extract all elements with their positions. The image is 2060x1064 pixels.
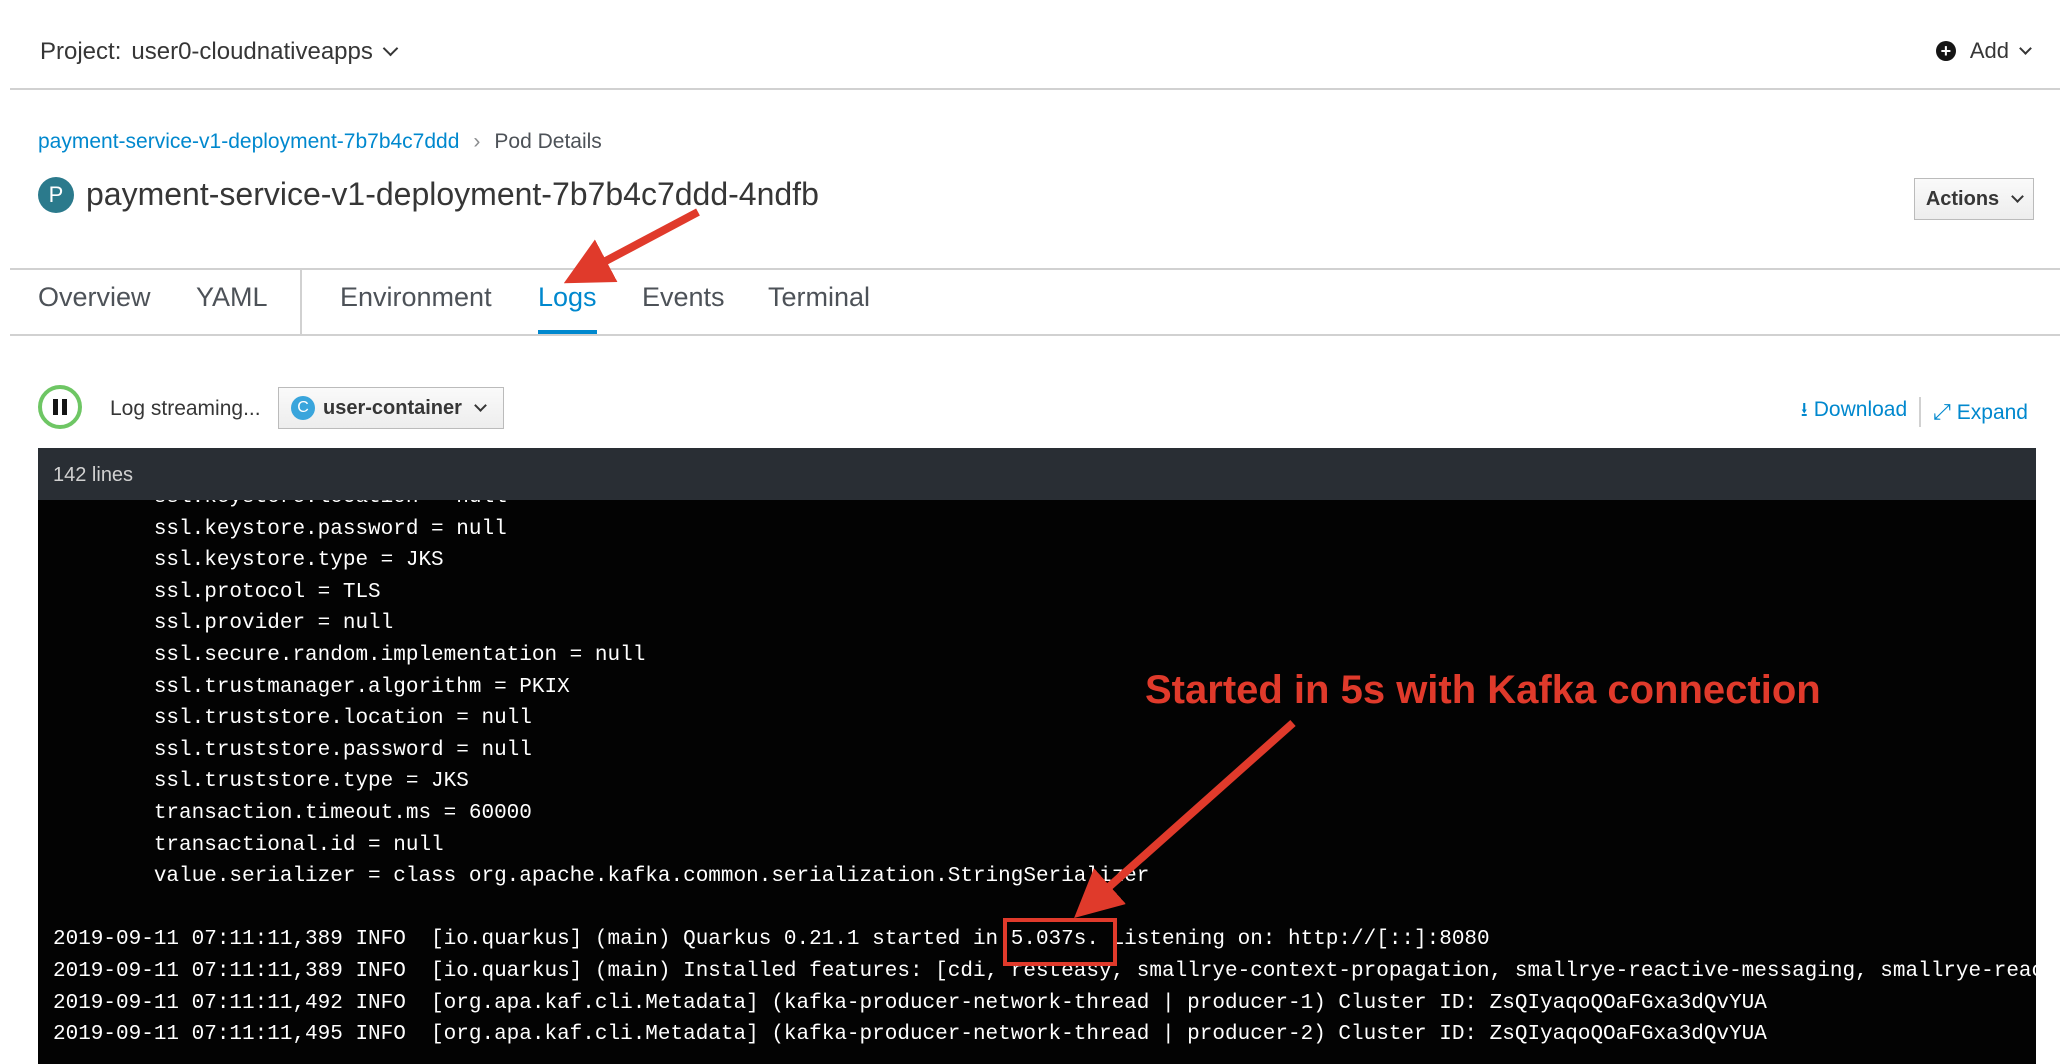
expand-label: Expand (1956, 401, 2028, 424)
tab-yaml[interactable]: YAML (196, 282, 268, 332)
expand-link[interactable]: ⤢ Expand (1933, 399, 2028, 425)
tab-overview[interactable]: Overview (38, 282, 151, 332)
log-line: ssl.truststore.location = null (53, 707, 532, 731)
masthead: Project: user0-cloudnativeapps + Add (10, 0, 2060, 90)
download-icon: ⭳ (1800, 399, 1808, 421)
container-dropdown[interactable]: C user-container (278, 387, 504, 429)
pod-resource-badge: P (38, 176, 74, 213)
log-line-count-header: 142 lines (38, 448, 2036, 500)
container-resource-badge: C (291, 396, 315, 420)
project-label: Project: (40, 38, 122, 65)
project-name: user0-cloudnativeapps (131, 38, 373, 65)
log-line: transaction.timeout.ms = 60000 (53, 802, 532, 825)
arrow-to-logs-tab (563, 208, 700, 284)
actions-label: Actions (1925, 187, 2000, 210)
log-line: ssl.keystore.location = null (53, 500, 507, 509)
startup-time-highlight (1003, 918, 1117, 966)
log-line-count: 142 lines (53, 464, 134, 486)
tab-events[interactable]: Events (642, 282, 725, 332)
log-line: 2019-09-11 07:11:11,389 INFO [io.quarkus… (53, 928, 1490, 952)
chevron-down-icon (474, 398, 487, 412)
pause-icon (53, 399, 58, 415)
log-line: transactional.id = null (53, 833, 444, 857)
log-toolbar: Log streaming... C user-container ⭳ Downl… (38, 385, 2028, 435)
log-line: 2019-09-11 07:11:11,495 INFO [org.apa.ka… (53, 1023, 1767, 1047)
annotation-text: Started in 5s with Kafka connection (1145, 668, 1821, 712)
log-line: 2019-09-11 07:11:11,492 INFO [org.apa.ka… (53, 991, 1767, 1015)
plus-circle-icon: + (1935, 41, 1956, 61)
actions-button[interactable]: Actions (1914, 178, 2034, 220)
add-button[interactable]: + Add (1935, 38, 2032, 64)
page-title: payment-service-v1-deployment-7b7b4c7ddd… (86, 176, 819, 212)
tab-logs[interactable]: Logs (538, 282, 597, 334)
log-line: ssl.truststore.type = JKS (53, 770, 469, 794)
expand-icon: ⤢ (1933, 399, 1951, 424)
log-line: ssl.truststore.password = null (53, 738, 532, 762)
log-line: ssl.keystore.type = JKS (53, 549, 444, 573)
chevron-down-icon (2011, 189, 2025, 203)
container-name: user-container (323, 396, 462, 419)
breadcrumb: payment-service-v1-deployment-7b7b4c7ddd… (38, 130, 602, 154)
log-line: ssl.provider = null (53, 612, 394, 636)
log-line: ssl.keystore.password = null (53, 517, 507, 541)
pause-streaming-button[interactable] (38, 385, 82, 429)
log-viewer[interactable]: ssl.keystore.location = null ssl.keystor… (38, 500, 2036, 1064)
page-heading: P payment-service-v1-deployment-7b7b4c7d… (38, 176, 819, 213)
tab-terminal[interactable]: Terminal (768, 282, 870, 332)
download-link[interactable]: ⭳ Download (1801, 395, 1907, 429)
chevron-down-icon (2019, 41, 2032, 55)
add-label: Add (1969, 38, 2009, 63)
log-line: value.serializer = class org.apache.kafk… (53, 865, 1150, 889)
tab-divider (300, 270, 302, 334)
log-line: ssl.secure.random.implementation = null (53, 644, 646, 667)
download-label: Download (1813, 398, 1908, 421)
tab-environment[interactable]: Environment (340, 282, 492, 332)
breadcrumb-deployment-link[interactable]: payment-service-v1-deployment-7b7b4c7ddd (38, 130, 459, 153)
log-line: ssl.protocol = TLS (53, 580, 381, 604)
chevron-down-icon (382, 40, 399, 57)
streaming-status: Log streaming... (110, 397, 261, 420)
breadcrumb-separator-icon: › (473, 130, 481, 153)
pause-icon (62, 399, 67, 415)
pod-tabs: Overview YAML Environment Logs Events Te… (10, 268, 2060, 336)
log-line: ssl.trustmanager.algorithm = PKIX (53, 675, 570, 699)
project-selector[interactable]: Project: user0-cloudnativeapps (40, 38, 399, 66)
breadcrumb-current: Pod Details (494, 130, 602, 153)
link-divider (1919, 397, 1922, 427)
log-actions: ⭳ Download ⤢ Expand (1801, 395, 2028, 429)
